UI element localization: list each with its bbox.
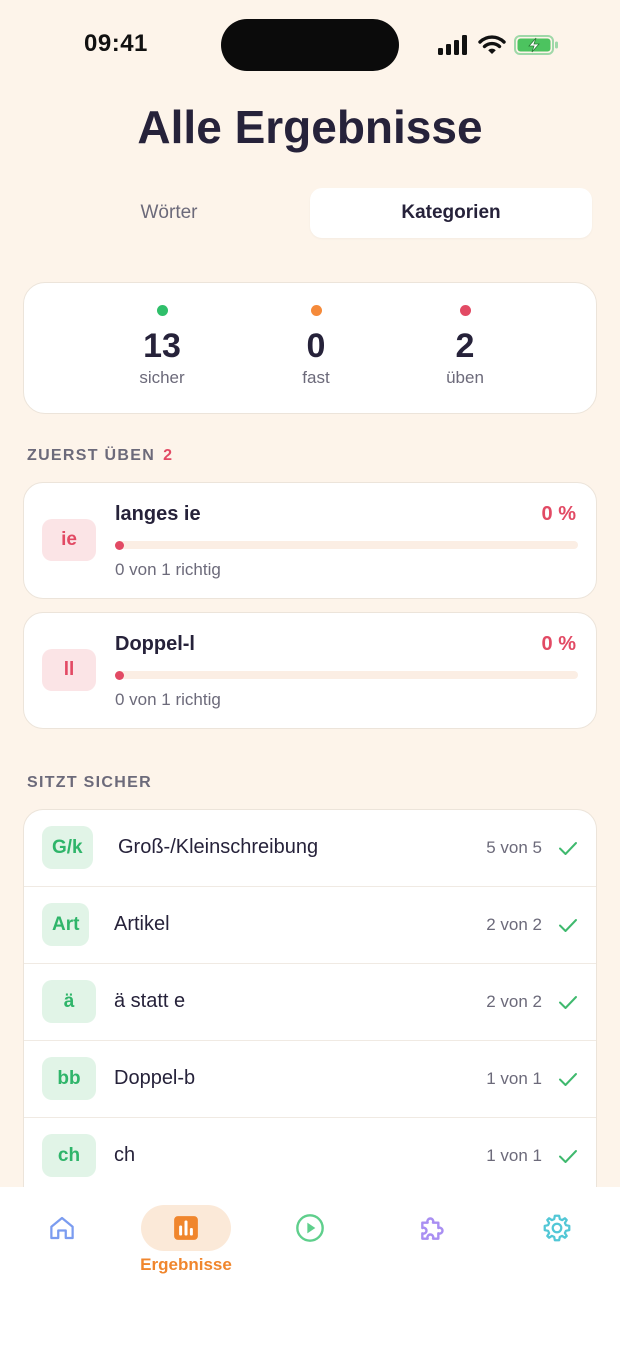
- battery-charging-icon: [514, 35, 558, 55]
- section-count-badge: 2: [163, 447, 174, 464]
- mastered-list: G/k Groß-/Kleinschreibung 5 von 5 Art Ar…: [23, 809, 597, 1229]
- category-name: Groß-/Kleinschreibung: [118, 836, 319, 858]
- category-name: Doppel-l: [115, 633, 195, 655]
- list-item[interactable]: bb Doppel-b 1 von 1: [24, 1041, 596, 1118]
- stat-ueben: 2 üben: [405, 305, 525, 388]
- cellular-signal-icon: [438, 35, 467, 55]
- nav-play-icon-wrap: [265, 1205, 355, 1251]
- check-icon: [559, 842, 577, 855]
- category-detail: 0 von 1 richtig: [115, 690, 221, 709]
- puzzle-icon: [421, 1217, 444, 1240]
- list-item[interactable]: G/k Groß-/Kleinschreibung 5 von 5: [24, 810, 596, 887]
- bottom-tab-bar: Ergebnisse: [0, 1187, 620, 1347]
- stat-label: sicher: [139, 368, 185, 387]
- progress-fill: [115, 670, 124, 680]
- nav-ergebnisse-icon-wrap: [141, 1205, 231, 1251]
- category-count: 5 von 5: [486, 838, 542, 857]
- category-detail: 0 von 1 richtig: [115, 560, 221, 579]
- category-badge: ie: [42, 519, 96, 561]
- nav-home-icon-wrap: [17, 1205, 107, 1251]
- nav-settings-icon-wrap: [512, 1205, 602, 1251]
- category-name: ä statt e: [114, 990, 186, 1012]
- stat-label: fast: [302, 368, 330, 387]
- status-icons: [438, 34, 560, 56]
- check-icon: [559, 1150, 577, 1163]
- bar-chart-icon: [174, 1216, 198, 1240]
- status-dot-red: [459, 305, 471, 316]
- check-icon: [559, 996, 577, 1009]
- category-count: 1 von 1: [486, 1069, 542, 1088]
- stat-fast: 0 fast: [256, 305, 376, 388]
- stat-count: 0: [306, 327, 326, 365]
- progress-bar: [115, 670, 578, 680]
- check-icon: [559, 1073, 577, 1086]
- nav-ergebnisse[interactable]: Ergebnisse: [140, 1205, 232, 1285]
- status-dot-orange: [310, 305, 322, 316]
- practice-card-doppel-l[interactable]: ll Doppel-l 0 % 0 von 1 richtig: [23, 612, 597, 729]
- view-segmented-control: Wörter Kategorien: [28, 188, 592, 238]
- stat-count: 2: [455, 327, 475, 365]
- category-badge: Art: [42, 903, 90, 946]
- category-name: ch: [114, 1144, 136, 1166]
- category-percent: 0 %: [541, 633, 576, 655]
- stat-count: 13: [143, 327, 181, 365]
- nav-settings[interactable]: [511, 1205, 603, 1285]
- category-name: langes ie: [115, 503, 201, 525]
- category-badge: bb: [42, 1057, 96, 1100]
- tab-kategorien[interactable]: Kategorien: [310, 188, 592, 238]
- stat-sicher: 13 sicher: [102, 305, 222, 388]
- list-item[interactable]: ch ch 1 von 1: [24, 1118, 596, 1195]
- nav-puzzle[interactable]: [387, 1205, 479, 1285]
- list-item[interactable]: ä ä statt e 2 von 2: [24, 964, 596, 1041]
- status-time: 09:41: [84, 30, 148, 57]
- category-percent: 0 %: [541, 503, 576, 525]
- page-title: Alle Ergebnisse: [137, 101, 483, 153]
- practice-card-langes-ie[interactable]: ie langes ie 0 % 0 von 1 richtig: [23, 482, 597, 599]
- play-icon: [296, 1214, 324, 1242]
- wifi-icon: [478, 35, 506, 54]
- nav-label: Ergebnisse: [140, 1255, 232, 1274]
- list-item[interactable]: Art Artikel 2 von 2: [24, 887, 596, 964]
- category-name: Doppel-b: [114, 1067, 196, 1089]
- summary-card: 13 sicher 0 fast 2 üben: [23, 282, 597, 414]
- nav-play[interactable]: [264, 1205, 356, 1285]
- section-title-practice: ZUERST ÜBEN 2: [27, 447, 173, 465]
- check-icon: [559, 919, 577, 932]
- category-badge: ll: [42, 649, 96, 691]
- gear-icon: [543, 1214, 571, 1242]
- category-badge: G/k: [42, 826, 93, 869]
- progress-bar: [115, 540, 578, 550]
- category-name: Artikel: [114, 913, 170, 935]
- nav-puzzle-icon-wrap: [388, 1205, 478, 1251]
- section-title-mastered: SITZT SICHER: [27, 774, 152, 791]
- category-badge: ch: [42, 1134, 96, 1177]
- status-bar: 09:41: [0, 0, 620, 92]
- status-dot-green: [156, 305, 168, 316]
- home-icon: [50, 1216, 74, 1240]
- category-count: 2 von 2: [486, 915, 542, 934]
- tab-woerter[interactable]: Wörter: [28, 188, 310, 238]
- dynamic-island: [221, 19, 399, 71]
- category-badge: ä: [42, 980, 96, 1023]
- section-title-text: ZUERST ÜBEN: [27, 447, 156, 464]
- category-count: 1 von 1: [486, 1146, 542, 1165]
- progress-fill: [115, 540, 124, 550]
- nav-home[interactable]: [16, 1205, 108, 1285]
- category-count: 2 von 2: [486, 992, 542, 1011]
- stat-label: üben: [446, 368, 484, 387]
